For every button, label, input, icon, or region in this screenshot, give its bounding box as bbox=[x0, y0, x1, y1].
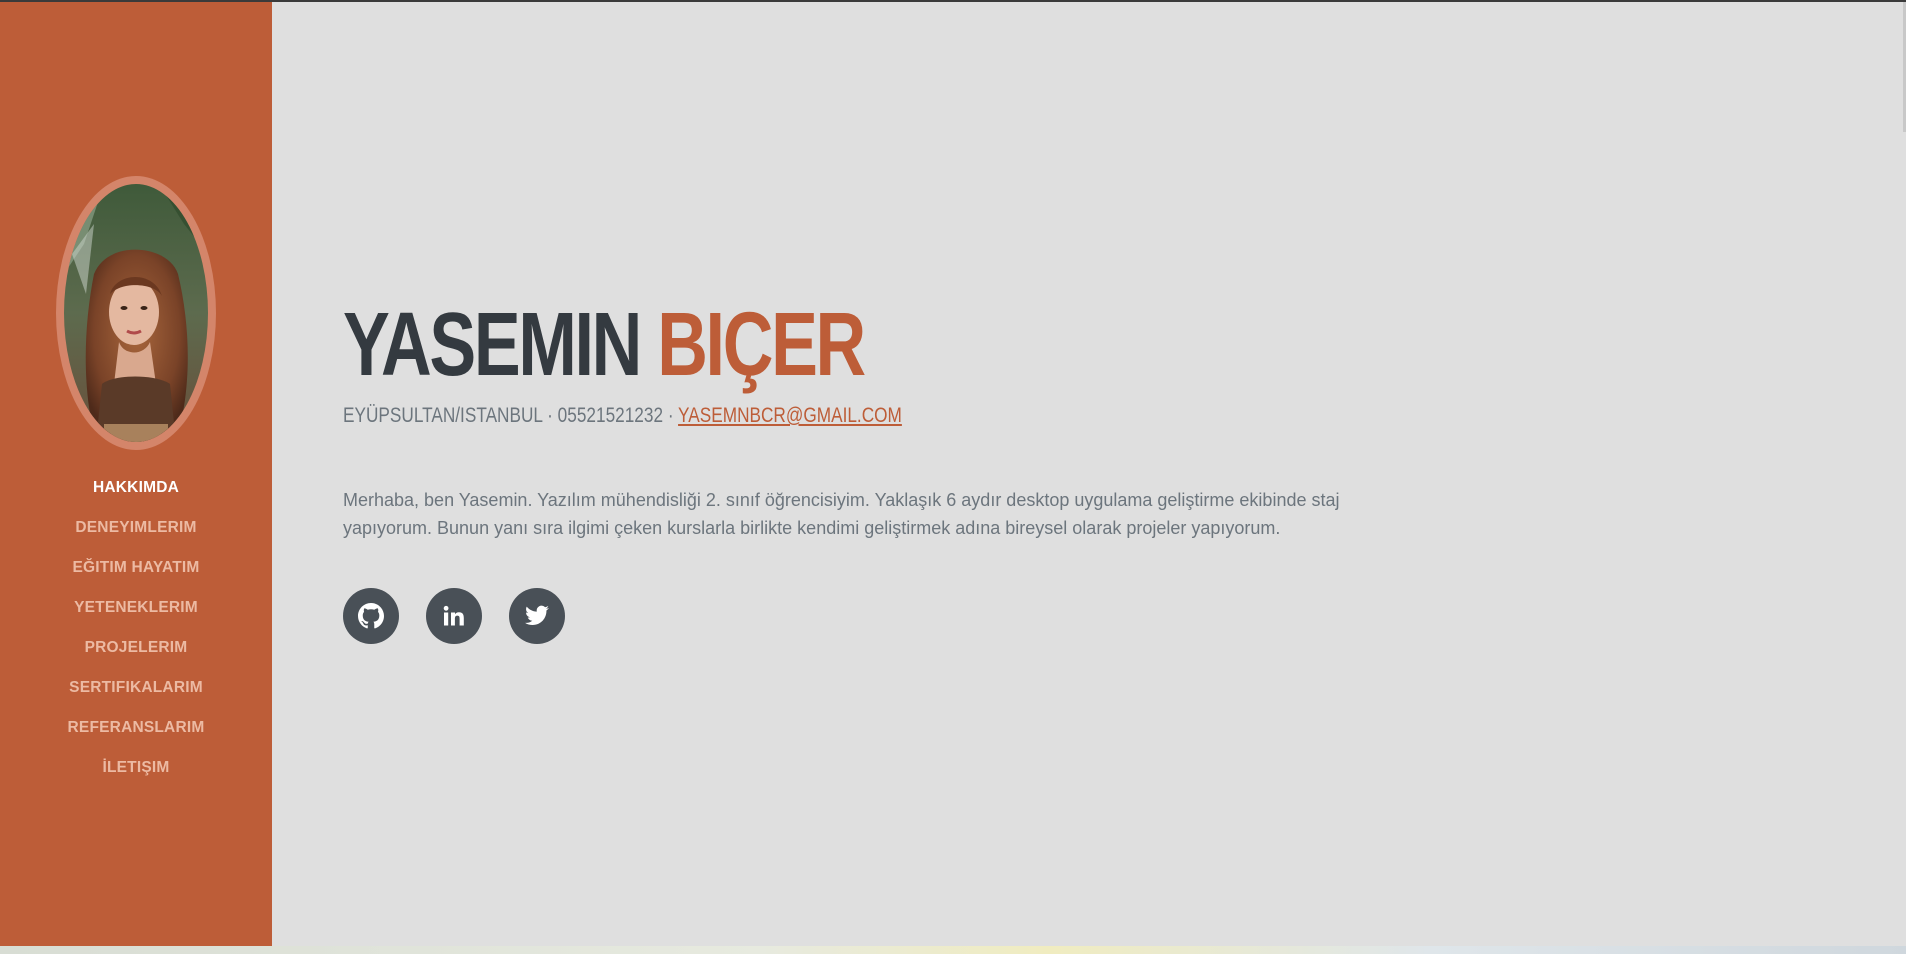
nav-link-projelerim[interactable]: PROJELERIM bbox=[85, 639, 188, 657]
profile-avatar bbox=[64, 184, 208, 442]
email-link[interactable]: YASEMNBCR@GMAIL.COM bbox=[678, 404, 902, 427]
sidebar-item-deneyimlerim: DENEYIMLERIM bbox=[0, 508, 272, 548]
contact-line: EYÜPSULTAN/ISTANBUL · 05521521232 · YASE… bbox=[343, 404, 902, 428]
nav-link-sertifikalarim[interactable]: SERTIFIKALARIM bbox=[69, 679, 203, 697]
sidebar-item-yeteneklerim: YETENEKLERIM bbox=[0, 588, 272, 628]
first-name: YASEMIN bbox=[343, 295, 642, 395]
twitter-button[interactable] bbox=[509, 588, 565, 644]
sidebar-item-projelerim: PROJELERIM bbox=[0, 628, 272, 668]
profile-avatar-ring bbox=[56, 176, 216, 450]
linkedin-icon bbox=[443, 605, 464, 626]
linkedin-button[interactable] bbox=[426, 588, 482, 644]
sidebar-item-hakkimda: HAKKIMDA bbox=[0, 468, 272, 508]
social-icons bbox=[343, 588, 565, 644]
github-icon bbox=[358, 603, 384, 629]
github-button[interactable] bbox=[343, 588, 399, 644]
nav-link-iletisim[interactable]: İLETIŞIM bbox=[102, 759, 169, 777]
about-section: YASEMIN BIÇER EYÜPSULTAN/ISTANBUL · 0552… bbox=[272, 2, 1906, 946]
nav-link-deneyimlerim[interactable]: DENEYIMLERIM bbox=[75, 519, 196, 537]
phone-text: 05521521232 bbox=[557, 404, 664, 427]
bottom-strip bbox=[0, 946, 1906, 954]
sidebar-item-egitim-hayatim: EĞITIM HAYATIM bbox=[0, 548, 272, 588]
location-text: EYÜPSULTAN/ISTANBUL bbox=[343, 404, 543, 427]
about-text: Merhaba, ben Yasemin. Yazılım mühendisli… bbox=[343, 490, 1340, 538]
nav-link-hakkimda[interactable]: HAKKIMDA bbox=[93, 479, 179, 497]
sidebar: HAKKIMDA DENEYIMLERIM EĞITIM HAYATIM YET… bbox=[0, 2, 272, 946]
nav-link-yeteneklerim[interactable]: YETENEKLERIM bbox=[74, 599, 198, 617]
profile-photo bbox=[64, 184, 208, 442]
nav-link-egitim-hayatim[interactable]: EĞITIM HAYATIM bbox=[72, 559, 199, 577]
twitter-icon bbox=[525, 605, 549, 625]
sidebar-nav: HAKKIMDA DENEYIMLERIM EĞITIM HAYATIM YET… bbox=[0, 468, 272, 788]
page-title: YASEMIN BIÇER bbox=[343, 300, 866, 390]
separator-dot: · bbox=[667, 404, 674, 427]
nav-link-referanslarim[interactable]: REFERANSLARIM bbox=[68, 719, 205, 737]
sidebar-item-sertifikalarim: SERTIFIKALARIM bbox=[0, 668, 272, 708]
last-name: BIÇER bbox=[657, 295, 866, 395]
sidebar-item-referanslarim: REFERANSLARIM bbox=[0, 708, 272, 748]
separator-dot: · bbox=[547, 404, 553, 427]
sidebar-item-iletisim: İLETIŞIM bbox=[0, 748, 272, 788]
